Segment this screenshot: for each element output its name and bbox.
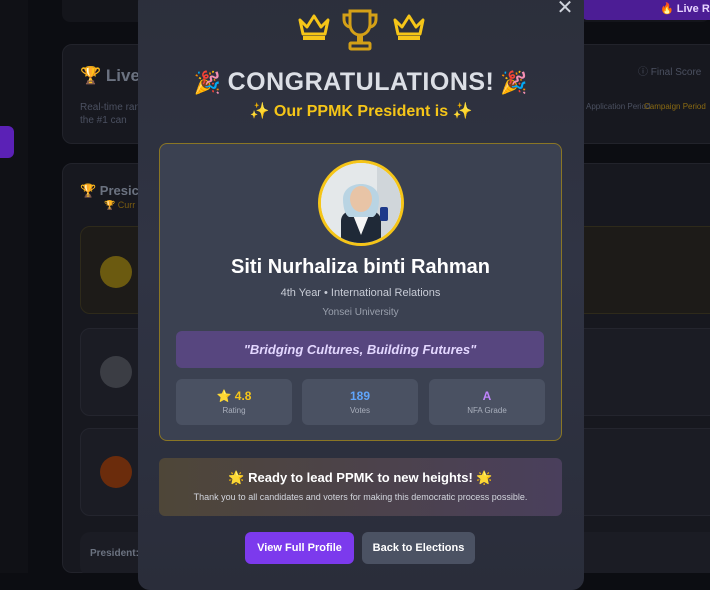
stat-rating-value: ⭐ 4.8 (216, 389, 252, 403)
president-results-subtitle: 🏆 Curr (104, 200, 136, 210)
party-popper-icon: 🎉 (193, 70, 222, 96)
silver-medal-icon (100, 356, 132, 388)
winner-subtitle: ✨ Our PPMK President is ✨ (249, 103, 473, 120)
trophy-icon (342, 9, 378, 51)
avatar-photo (321, 163, 401, 243)
crown-icon (393, 14, 425, 40)
gold-medal-icon (100, 256, 132, 288)
lead-text: Thank you to all candidates and voters f… (193, 492, 528, 502)
winner-name: Siti Nurhaliza binti Rahman (231, 256, 490, 278)
winner-year-major: 4th Year • International Relations (280, 287, 441, 299)
congratulations-text: CONGRATULATIONS! (227, 68, 495, 96)
avatar (318, 160, 404, 246)
phase-application: Application Period (586, 102, 651, 111)
stat-votes-value: 189 (349, 389, 371, 403)
winner-university: Yonsei University (322, 307, 399, 318)
stat-rating: ⭐ 4.8 Rating (176, 379, 292, 425)
president-footer-label: President: (90, 548, 139, 559)
final-score-label: ⓘ Final Score (638, 67, 702, 78)
winner-slogan: "Bridging Cultures, Building Futures" (176, 331, 544, 368)
president-results-title: 🏆 Presic (80, 183, 139, 198)
stat-grade-value: A (482, 389, 492, 403)
close-icon[interactable]: ✕ (555, 0, 575, 18)
stat-votes: 189 Votes (302, 379, 418, 425)
live-badge: 🔥 Live Ra (580, 0, 710, 20)
sidebar-active-indicator (0, 126, 14, 158)
stat-grade: A NFA Grade (429, 379, 545, 425)
trophy-row (295, 8, 425, 52)
bronze-medal-icon (100, 456, 132, 488)
crown-icon (298, 14, 330, 40)
party-popper-icon: 🎉 (500, 70, 529, 96)
stat-grade-label: NFA Grade (467, 406, 507, 415)
stat-rating-label: Rating (222, 406, 246, 415)
stat-votes-label: Votes (349, 406, 370, 415)
phase-campaign: Campaign Period (644, 102, 706, 111)
congratulations-heading: 🎉 CONGRATULATIONS! 🎉 (138, 68, 584, 97)
back-to-elections-button[interactable]: Back to Elections (362, 532, 475, 564)
sidebar (0, 0, 28, 573)
lead-title: 🌟 Ready to lead PPMK to new heights! 🌟 (228, 470, 493, 485)
view-full-profile-button[interactable]: View Full Profile (245, 532, 354, 564)
lead-message: 🌟 Ready to lead PPMK to new heights! 🌟 T… (159, 458, 562, 516)
